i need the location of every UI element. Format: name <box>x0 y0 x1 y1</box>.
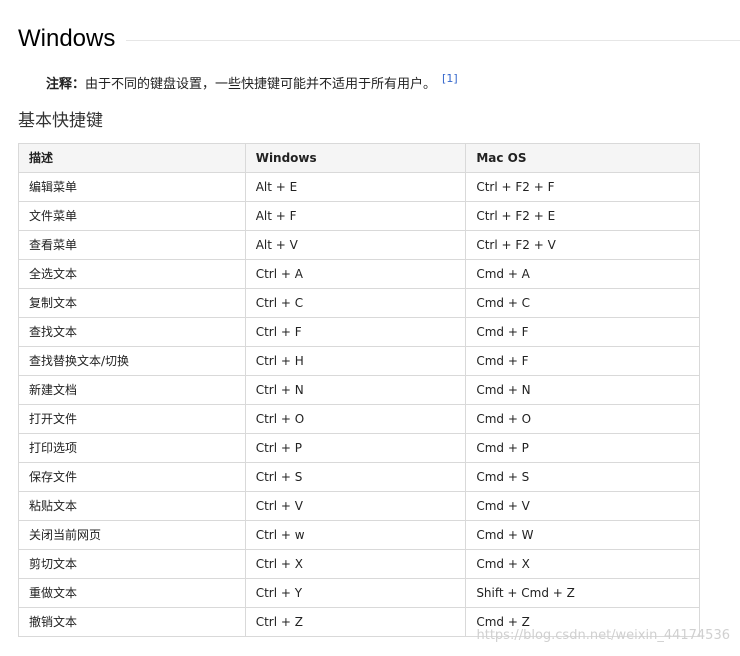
cell-windows: Ctrl + Y <box>244 578 467 608</box>
cell-windows: Ctrl + P <box>244 433 467 463</box>
table-row: 查看菜单 Alt + V Ctrl + F2 + V <box>18 230 700 260</box>
cell-description: 打开文件 <box>18 404 246 434</box>
cell-macos: Cmd + A <box>465 259 700 289</box>
table-row: 复制文本 Ctrl + C Cmd + C <box>18 288 700 318</box>
watermark: https://blog.csdn.net/weixin_44174536 <box>476 628 730 643</box>
cell-windows: Ctrl + F <box>244 317 467 347</box>
cell-macos: Cmd + F <box>465 346 700 376</box>
cell-description: 新建文档 <box>18 375 246 405</box>
cell-description: 查找替换文本/切换 <box>18 346 246 376</box>
cell-description: 复制文本 <box>18 288 246 318</box>
table-row: 打开文件 Ctrl + O Cmd + O <box>18 404 700 434</box>
cell-windows: Alt + F <box>244 201 467 231</box>
cell-windows: Ctrl + A <box>244 259 467 289</box>
section-divider <box>126 40 740 41</box>
cell-windows: Ctrl + O <box>244 404 467 434</box>
table-row: 剪切文本 Ctrl + X Cmd + X <box>18 549 700 579</box>
table-row: 全选文本 Ctrl + A Cmd + A <box>18 259 700 289</box>
header-windows: Windows <box>244 143 467 173</box>
header-description: 描述 <box>18 143 246 173</box>
section-title: Windows <box>18 25 116 52</box>
cell-description: 全选文本 <box>18 259 246 289</box>
cell-macos: Ctrl + F2 + F <box>465 172 700 202</box>
cell-description: 保存文件 <box>18 462 246 492</box>
cell-macos: Cmd + V <box>465 491 700 521</box>
table-row: 查找替换文本/切换 Ctrl + H Cmd + F <box>18 346 700 376</box>
cell-windows: Ctrl + Z <box>244 607 467 637</box>
table-row: 文件菜单 Alt + F Ctrl + F2 + E <box>18 201 700 231</box>
cell-macos: Cmd + S <box>465 462 700 492</box>
cell-windows: Alt + E <box>244 172 467 202</box>
shortcut-table: 描述 Windows Mac OS 编辑菜单 Alt + E Ctrl + F2 +… <box>18 143 700 637</box>
cell-description: 撤销文本 <box>18 607 246 637</box>
table-row: 粘贴文本 Ctrl + V Cmd + V <box>18 491 700 521</box>
cell-macos: Cmd + F <box>465 317 700 347</box>
cell-macos: Cmd + W <box>465 520 700 550</box>
cell-description: 打印选项 <box>18 433 246 463</box>
cell-windows: Ctrl + H <box>244 346 467 376</box>
cell-windows: Ctrl + w <box>244 520 467 550</box>
cell-description: 关闭当前网页 <box>18 520 246 550</box>
table-row: 关闭当前网页 Ctrl + w Cmd + W <box>18 520 700 550</box>
cell-windows: Ctrl + S <box>244 462 467 492</box>
cell-windows: Ctrl + N <box>244 375 467 405</box>
cell-description: 查看菜单 <box>18 230 246 260</box>
reference-link[interactable]: [1] <box>442 72 458 85</box>
cell-description: 剪切文本 <box>18 549 246 579</box>
page: Windows 注释：由于不同的键盘设置，一些快捷键可能并不适用于所有用户。 [1… <box>0 0 740 656</box>
cell-windows: Ctrl + V <box>244 491 467 521</box>
cell-macos: Ctrl + F2 + E <box>465 201 700 231</box>
cell-windows: Alt + V <box>244 230 467 260</box>
cell-macos: Cmd + P <box>465 433 700 463</box>
cell-macos: Shift + Cmd + Z <box>465 578 700 608</box>
cell-description: 重做文本 <box>18 578 246 608</box>
note-label: 注释： <box>46 77 86 92</box>
table-row: 编辑菜单 Alt + E Ctrl + F2 + F <box>18 172 700 202</box>
table-row: 新建文档 Ctrl + N Cmd + N <box>18 375 700 405</box>
table-header-row: 描述 Windows Mac OS <box>18 143 700 173</box>
cell-description: 粘贴文本 <box>18 491 246 521</box>
cell-windows: Ctrl + X <box>244 549 467 579</box>
header-macos: Mac OS <box>465 143 700 173</box>
cell-macos: Cmd + N <box>465 375 700 405</box>
note: 注释：由于不同的键盘设置，一些快捷键可能并不适用于所有用户。 [1] <box>46 68 458 96</box>
cell-description: 编辑菜单 <box>18 172 246 202</box>
note-text: 由于不同的键盘设置，一些快捷键可能并不适用于所有用户。 <box>85 77 437 92</box>
cell-macos: Cmd + O <box>465 404 700 434</box>
cell-description: 文件菜单 <box>18 201 246 231</box>
cell-macos: Cmd + C <box>465 288 700 318</box>
table-row: 保存文件 Ctrl + S Cmd + S <box>18 462 700 492</box>
cell-macos: Ctrl + F2 + V <box>465 230 700 260</box>
cell-windows: Ctrl + C <box>244 288 467 318</box>
cell-macos: Cmd + X <box>465 549 700 579</box>
table-row: 查找文本 Ctrl + F Cmd + F <box>18 317 700 347</box>
table-row: 打印选项 Ctrl + P Cmd + P <box>18 433 700 463</box>
table-row: 重做文本 Ctrl + Y Shift + Cmd + Z <box>18 578 700 608</box>
subsection-title: 基本快捷键 <box>18 111 103 131</box>
cell-description: 查找文本 <box>18 317 246 347</box>
